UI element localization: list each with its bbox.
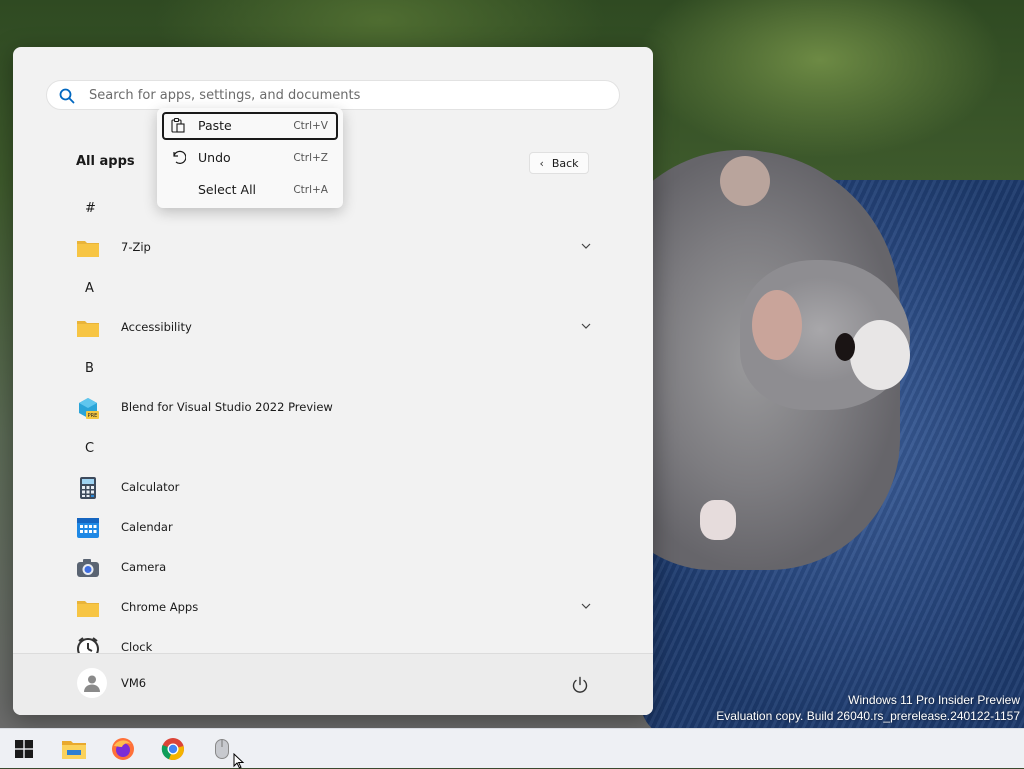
all-apps-title: All apps — [76, 154, 135, 169]
app-label: Camera — [121, 560, 167, 574]
app-item-calculator[interactable]: Calculator — [69, 471, 599, 505]
app-label: Blend for Visual Studio 2022 Preview — [121, 400, 333, 414]
clipboard-icon — [171, 117, 185, 133]
app-list[interactable]: # 7-Zip A Accessibility B PRE Blend for … — [13, 187, 653, 653]
calculator-icon — [80, 477, 96, 499]
blend-icon: PRE — [79, 398, 99, 419]
app-label: Calendar — [121, 520, 173, 534]
start-icon — [15, 740, 33, 758]
taskbar-firefox[interactable] — [106, 733, 140, 765]
wallpaper-rat-paw — [700, 500, 736, 540]
user-account-button[interactable]: VM6 — [73, 666, 193, 702]
app-label: 7-Zip — [121, 240, 151, 254]
search-icon — [59, 88, 75, 104]
file-explorer-icon — [62, 741, 86, 759]
app-label: Chrome Apps — [121, 600, 199, 614]
chrome-icon — [161, 738, 184, 761]
app-item-camera[interactable]: Camera — [69, 551, 599, 585]
app-label: Clock — [121, 640, 153, 653]
back-button[interactable]: ‹ Back — [529, 152, 589, 174]
app-item-blend[interactable]: PRE Blend for Visual Studio 2022 Preview — [69, 391, 599, 425]
context-menu: Paste Ctrl+V Undo Ctrl+Z Select All Ctrl… — [157, 108, 343, 208]
taskbar-file-explorer[interactable] — [57, 733, 91, 765]
context-menu-shortcut: Ctrl+A — [293, 184, 328, 196]
start-menu-footer: VM6 — [13, 653, 653, 715]
context-menu-shortcut: Ctrl+V — [293, 120, 328, 132]
context-menu-item-select-all[interactable]: Select All Ctrl+A — [162, 176, 338, 204]
letter-header-hash[interactable]: # — [85, 201, 96, 216]
power-button[interactable] — [565, 670, 595, 700]
folder-icon — [77, 601, 99, 617]
mouse-pointer-icon — [233, 753, 245, 769]
taskbar — [0, 728, 1024, 768]
letter-header-c[interactable]: C — [85, 441, 94, 456]
back-button-label: Back — [551, 156, 579, 170]
wallpaper-rat-eye — [835, 333, 855, 361]
app-label: Accessibility — [121, 320, 192, 334]
app-item-accessibility[interactable]: Accessibility — [69, 311, 599, 345]
start-button[interactable] — [7, 733, 41, 765]
letter-header-a[interactable]: A — [85, 281, 94, 296]
context-menu-label: Undo — [198, 150, 231, 165]
watermark-line-1: Windows 11 Pro Insider Preview — [848, 693, 1020, 707]
app-item-clock[interactable]: Clock — [69, 631, 599, 653]
wallpaper-rat-snout — [850, 320, 910, 390]
firefox-icon — [112, 738, 134, 760]
context-menu-label: Paste — [198, 118, 232, 133]
chevron-down-icon[interactable] — [579, 319, 593, 333]
app-item-chrome-apps[interactable]: Chrome Apps — [69, 591, 599, 625]
clock-icon — [77, 637, 99, 653]
app-item-calendar[interactable]: Calendar — [69, 511, 599, 545]
chevron-down-icon[interactable] — [579, 599, 593, 613]
app-item-7zip[interactable]: 7-Zip — [69, 231, 599, 265]
avatar — [77, 668, 107, 698]
search-box[interactable] — [46, 80, 620, 110]
search-input[interactable] — [89, 81, 609, 109]
chevron-left-icon: ‹ — [539, 156, 544, 170]
wallpaper-rat-ear — [720, 156, 770, 206]
context-menu-item-undo[interactable]: Undo Ctrl+Z — [162, 144, 338, 172]
letter-header-b[interactable]: B — [85, 361, 94, 376]
taskbar-chrome[interactable] — [156, 733, 190, 765]
camera-icon — [77, 559, 99, 577]
user-name: VM6 — [121, 676, 147, 690]
calendar-icon — [77, 518, 99, 538]
chevron-down-icon[interactable] — [579, 239, 593, 253]
mouse-icon — [215, 739, 229, 759]
context-menu-shortcut: Ctrl+Z — [293, 152, 328, 164]
folder-icon — [77, 241, 99, 257]
context-menu-label: Select All — [198, 182, 257, 197]
user-icon — [84, 675, 100, 692]
evaluation-watermark: Windows 11 Pro Insider Preview Evaluatio… — [716, 692, 1020, 724]
folder-icon — [77, 321, 99, 337]
context-menu-item-paste[interactable]: Paste Ctrl+V — [162, 112, 338, 140]
svg-text:PRE: PRE — [88, 413, 98, 419]
power-icon — [572, 676, 588, 693]
watermark-line-2: Evaluation copy. Build 26040.rs_prerelea… — [716, 709, 1020, 723]
wallpaper-rat-ear-inner — [752, 290, 802, 360]
undo-icon — [173, 150, 186, 164]
app-label: Calculator — [121, 480, 180, 494]
